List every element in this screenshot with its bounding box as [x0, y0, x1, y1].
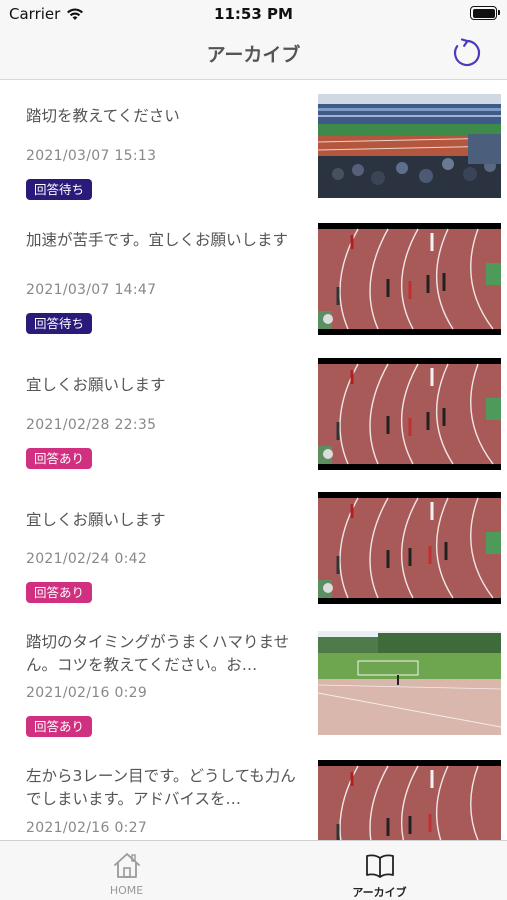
archive-item[interactable]: 踏切のタイミングがうまくハマりません。コツを教えてください。お… 2021/02…	[0, 617, 507, 751]
question-text: 踏切のタイミングがうまくハマりません。コツを教えてください。お…	[26, 633, 290, 674]
posted-datetime: 2021/02/28 22:35	[26, 417, 157, 433]
archive-item[interactable]: 宜しくお願いします 2021/02/24 0:42 回答あり	[0, 483, 507, 617]
archive-list[interactable]: 踏切を教えてください 2021/03/07 15:13 回答待ち 加速が苦手です…	[0, 81, 507, 840]
navigation-bar: アーカイブ	[0, 28, 507, 80]
archive-item[interactable]: 左から3レーン目です。どうしても力んでしまいます。アドバイスを… 2021/02…	[0, 751, 507, 840]
posted-datetime: 2021/02/16 0:27	[26, 820, 148, 836]
question-text: 宜しくお願いします	[26, 511, 166, 529]
status-badge: 回答あり	[26, 448, 93, 469]
status-badge: 回答あり	[26, 582, 93, 603]
posted-datetime: 2021/02/24 0:42	[26, 551, 148, 567]
status-bar: Carrier 11:53 PM	[0, 0, 507, 28]
status-badge: 回答待ち	[26, 313, 93, 334]
tab-archive[interactable]: アーカイブ	[253, 841, 506, 900]
question-text: 左から3レーン目です。どうしても力んでしまいます。アドバイスを…	[26, 767, 296, 808]
status-badge: 回答待ち	[26, 179, 93, 200]
battery-icon	[470, 6, 500, 20]
question-text: 踏切を教えてください	[26, 107, 180, 125]
tab-home[interactable]: HOME	[0, 841, 253, 900]
tab-archive-label: アーカイブ	[352, 886, 407, 899]
app-root: Carrier 11:53 PM アーカイブ 踏切を教えてください 2021/0…	[0, 0, 507, 900]
video-thumbnail[interactable]	[318, 94, 501, 198]
question-text: 宜しくお願いします	[26, 376, 166, 394]
archive-item[interactable]: 加速が苦手です。宜しくお願いします 2021/03/07 14:47 回答待ち	[0, 215, 507, 349]
book-icon	[366, 854, 394, 878]
posted-datetime: 2021/03/07 15:13	[26, 148, 157, 164]
refresh-icon[interactable]	[451, 37, 483, 69]
home-icon	[114, 853, 140, 878]
video-thumbnail[interactable]	[318, 631, 501, 735]
tab-home-label: HOME	[109, 884, 144, 897]
page-title: アーカイブ	[206, 44, 301, 66]
posted-datetime: 2021/02/16 0:29	[26, 685, 148, 701]
video-thumbnail[interactable]	[318, 223, 501, 335]
archive-item[interactable]: 踏切を教えてください 2021/03/07 15:13 回答待ち	[0, 81, 507, 215]
status-time: 11:53 PM	[214, 5, 293, 23]
tab-bar: HOME アーカイブ	[0, 840, 507, 900]
posted-datetime: 2021/03/07 14:47	[26, 282, 157, 298]
video-thumbnail[interactable]	[318, 492, 501, 604]
status-badge: 回答あり	[26, 716, 93, 737]
question-text: 加速が苦手です。宜しくお願いします	[26, 231, 288, 249]
video-thumbnail[interactable]	[318, 358, 501, 470]
archive-item[interactable]: 宜しくお願いします 2021/02/28 22:35 回答あり	[0, 349, 507, 483]
video-thumbnail[interactable]	[318, 760, 501, 840]
